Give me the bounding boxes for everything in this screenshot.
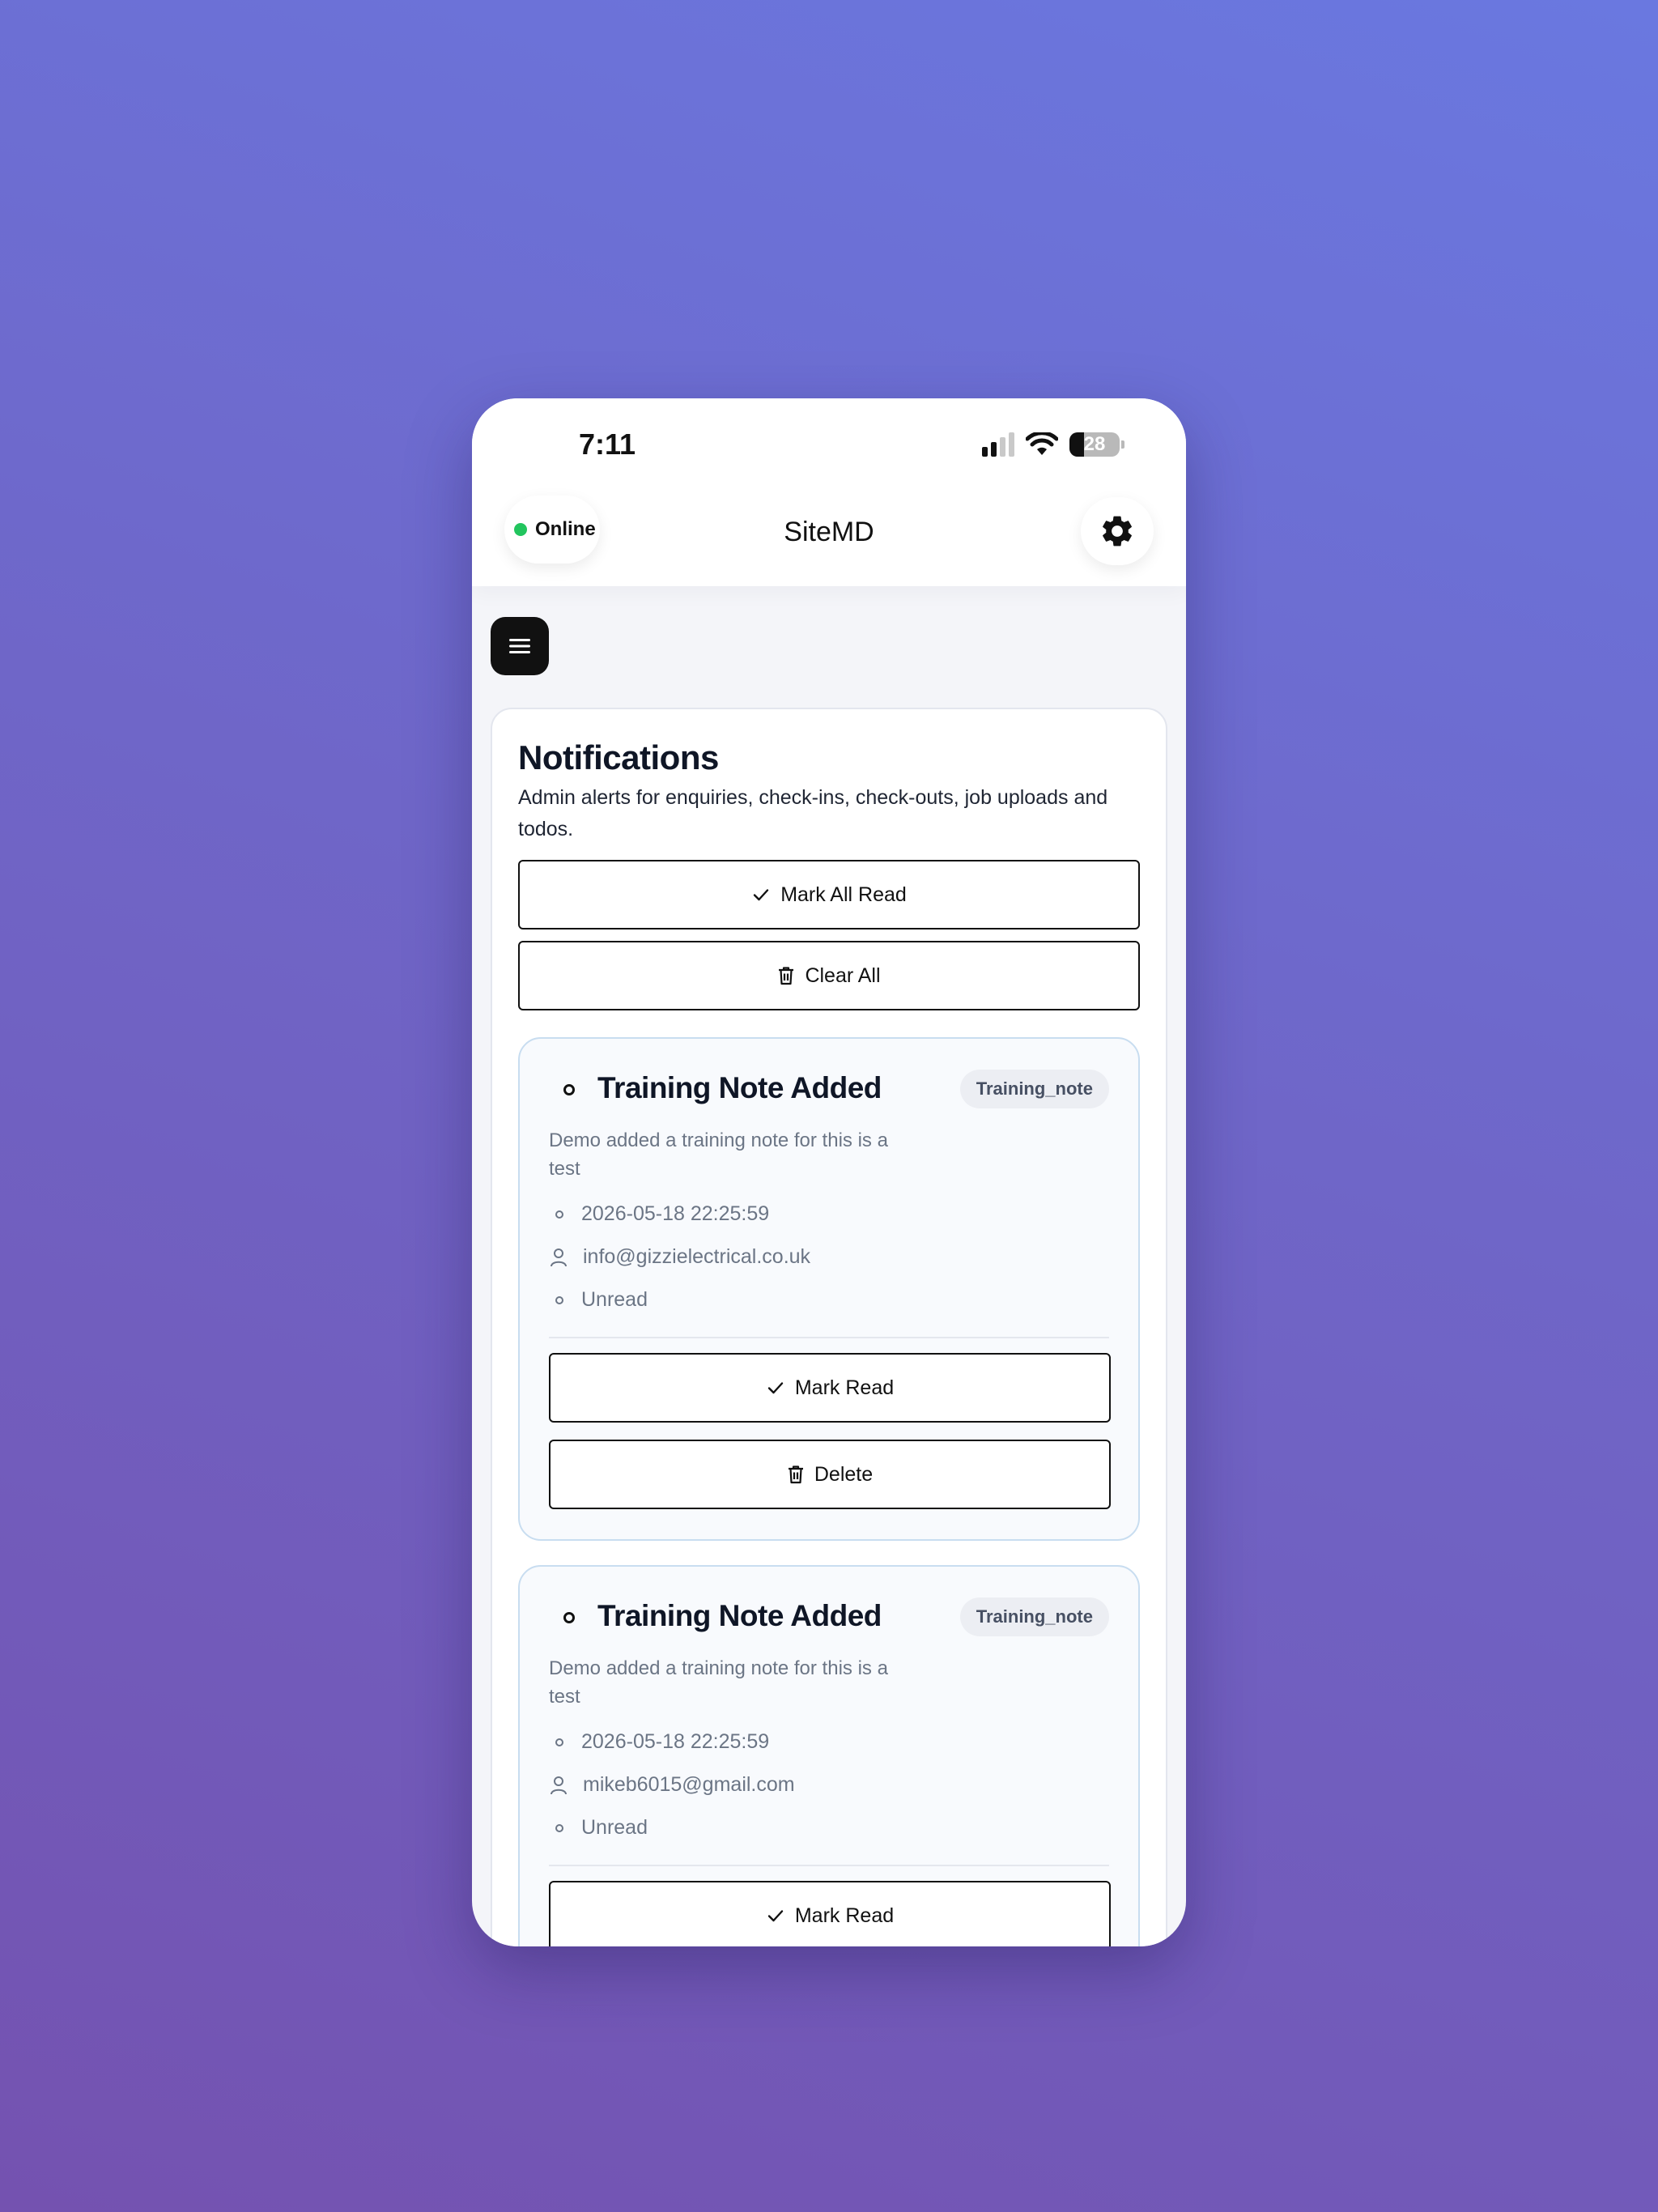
notification-status-row: Unread: [549, 1816, 648, 1840]
notification-card: Training Note Added Training_note Demo a…: [518, 1037, 1140, 1541]
notification-status: Unread: [581, 1816, 648, 1839]
notification-description: Demo added a training note for this is a…: [549, 1657, 888, 1708]
notification-user-row: info@gizzielectrical.co.uk: [549, 1245, 810, 1269]
mark-read-label: Mark Read: [794, 1376, 895, 1399]
notification-title: Training Note Added: [597, 1599, 882, 1632]
wifi-icon: [1026, 432, 1058, 455]
menu-button[interactable]: [491, 617, 549, 675]
mark-read-label: Mark Read: [794, 1904, 895, 1927]
check-icon: [767, 1382, 784, 1394]
notification-timestamp: 2026-05-18 22:25:59: [581, 1202, 770, 1225]
delete-button[interactable]: Delete: [549, 1440, 1111, 1509]
trash-icon: [788, 1465, 803, 1484]
gear-icon: [1103, 516, 1132, 547]
notification-timestamp-row: 2026-05-18 22:25:59: [549, 1202, 769, 1226]
notification-card: Training Note Added Training_note Demo a…: [518, 1565, 1140, 1946]
card-divider: [549, 1865, 1109, 1866]
phone-frame: 7:11 28 Online SiteMD Notifications Admi…: [472, 398, 1186, 1946]
unread-dot-icon: [563, 1612, 575, 1623]
bullet-icon: [555, 1210, 563, 1219]
mark-read-button[interactable]: Mark Read: [549, 1353, 1111, 1423]
unread-dot-icon: [563, 1084, 575, 1095]
notification-type-badge: Training_note: [959, 1070, 1109, 1108]
bullet-icon: [555, 1295, 563, 1304]
battery-level: 28: [1083, 433, 1106, 455]
notification-user: info@gizzielectrical.co.uk: [583, 1245, 811, 1268]
battery-icon: 28: [1069, 432, 1120, 457]
notifications-panel: Notifications Admin alerts for enquiries…: [491, 708, 1167, 1946]
cellular-signal-icon: [982, 432, 1014, 457]
delete-label: Delete: [814, 1462, 874, 1486]
notification-user: mikeb6015@gmail.com: [583, 1773, 795, 1796]
check-icon: [753, 889, 769, 901]
page-description: Admin alerts for enquiries, check-ins, c…: [518, 786, 1108, 840]
page-title: Notifications: [518, 738, 719, 776]
mark-read-button[interactable]: Mark Read: [549, 1881, 1111, 1946]
notification-title: Training Note Added: [597, 1071, 882, 1104]
notification-timestamp-row: 2026-05-18 22:25:59: [549, 1730, 769, 1754]
notification-timestamp: 2026-05-18 22:25:59: [581, 1730, 770, 1753]
hamburger-menu-icon: [509, 639, 530, 653]
app-header: 7:11 28 Online SiteMD: [472, 398, 1186, 586]
card-divider: [549, 1337, 1109, 1338]
bullet-icon: [555, 1738, 563, 1746]
app-title: SiteMD: [784, 517, 874, 547]
mark-all-read-label: Mark All Read: [780, 883, 907, 906]
mark-all-read-button[interactable]: Mark All Read: [518, 860, 1140, 929]
check-icon: [767, 1910, 784, 1922]
status-time: 7:11: [579, 428, 636, 461]
clear-all-button[interactable]: Clear All: [518, 941, 1140, 1010]
notification-status-row: Unread: [549, 1288, 648, 1312]
user-icon: [549, 1248, 568, 1267]
notification-type-badge: Training_note: [959, 1597, 1109, 1636]
notification-user-row: mikeb6015@gmail.com: [549, 1773, 795, 1797]
clear-all-label: Clear All: [805, 963, 881, 987]
trash-icon: [779, 967, 794, 985]
notification-description: Demo added a training note for this is a…: [549, 1129, 888, 1180]
user-icon: [549, 1776, 568, 1795]
status-icons: 28: [982, 432, 1124, 457]
bullet-icon: [555, 1823, 563, 1832]
notification-status: Unread: [581, 1288, 648, 1311]
settings-button[interactable]: [1081, 497, 1154, 565]
